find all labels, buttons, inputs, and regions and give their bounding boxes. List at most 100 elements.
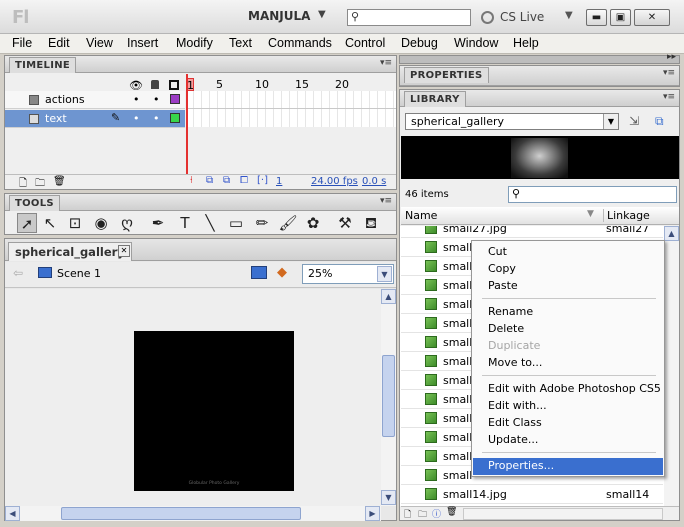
brush-tool-icon[interactable]: 🖌 [278,213,298,233]
panel-menu-icon[interactable]: ▾≡ [663,92,675,102]
chevron-down-icon[interactable]: ▼ [377,266,392,282]
bone-tool-icon[interactable]: ⚒ [335,213,355,233]
menu-file[interactable]: File [12,36,32,50]
minimize-button[interactable]: ▬ [586,9,607,26]
panel-collapse-bar[interactable]: ▸▸ [399,52,680,64]
lasso-tool-icon[interactable]: ღ [117,213,137,233]
library-search-input[interactable]: ⚲ [508,186,677,203]
pen-tool-icon[interactable]: ✒ [148,213,168,233]
close-button[interactable]: ✕ [634,9,670,26]
cs-live-button[interactable]: CS Live [500,10,544,24]
ctx-properties[interactable]: Properties... [473,458,663,475]
help-search-input[interactable]: ⚲ [347,9,471,26]
fps-readout[interactable]: 24.00 fps [311,176,358,187]
layer-row-actions[interactable]: actions • • [5,91,185,109]
scroll-up-icon[interactable]: ▲ [381,289,396,304]
layer-color-swatch[interactable] [170,113,180,123]
workspace-switcher[interactable]: MANJULA [248,9,310,23]
new-layer-icon[interactable]: 🗋 [19,176,27,193]
document-tab[interactable]: spherical_gallery [8,242,132,261]
free-transform-tool-icon[interactable]: ⊡ [65,213,85,233]
scroll-right-icon[interactable]: ▶ [365,506,380,521]
library-tab[interactable]: LIBRARY [404,91,466,107]
lock-dot[interactable]: • [153,112,160,125]
restore-button[interactable]: ▣ [610,9,631,26]
new-folder-icon[interactable]: 🗀 [35,176,45,193]
deco-tool-icon[interactable]: ✿ [303,213,323,233]
horizontal-scrollbar[interactable]: ◀ ▶ [5,506,381,521]
layer-color-swatch[interactable] [170,94,180,104]
onion-skin-icon[interactable]: ⧉ [206,175,213,186]
center-frame-icon[interactable]: ⍿ [190,175,193,186]
edit-symbols-icon[interactable]: ◆ [277,265,287,280]
new-symbol-icon[interactable]: 🗋 [404,507,411,523]
rectangle-tool-icon[interactable]: ▭ [226,213,246,233]
time-readout[interactable]: 0.0 s [362,176,386,187]
visibility-dot[interactable]: • [133,93,140,106]
scrollbar-thumb[interactable] [61,507,301,520]
menu-help[interactable]: Help [513,36,539,50]
ctx-move-to[interactable]: Move to... [473,355,663,372]
panel-menu-icon[interactable]: ▾≡ [663,68,675,78]
pencil-icon[interactable]: ✎ [111,111,120,124]
lock-dot[interactable]: • [153,93,160,106]
cs-live-icon[interactable] [481,11,494,24]
scene-name[interactable]: Scene 1 [57,267,101,280]
menu-edit[interactable]: Edit [48,36,70,50]
onion-outline-icon[interactable]: ⧉ [223,175,230,186]
menu-view[interactable]: View [86,36,113,50]
3d-rotation-tool-icon[interactable]: ◉ [91,213,111,233]
menu-window[interactable]: Window [454,36,498,50]
chevron-down-icon[interactable]: ▼ [565,10,573,21]
frames-grid[interactable] [186,91,396,127]
chevron-down-icon[interactable]: ▼ [603,114,618,129]
onion-markers-icon[interactable]: [·] [257,175,268,186]
selection-tool-icon[interactable]: ➚ [17,213,37,233]
library-vertical-scrollbar[interactable]: ▲ [664,226,679,506]
collapse-icon[interactable]: ▸▸ [667,52,676,62]
menu-insert[interactable]: Insert [127,36,158,50]
scroll-up-icon[interactable]: ▲ [664,226,679,241]
text-tool-icon[interactable]: T [175,213,195,233]
list-item[interactable]: small27.jpg small27 [401,226,663,238]
scrollbar-thumb[interactable] [382,355,395,437]
column-name[interactable]: Name [405,209,437,222]
sort-icon[interactable]: ▼ [587,209,594,219]
ctx-delete[interactable]: Delete [473,321,663,338]
chevron-down-icon[interactable]: ▼ [318,9,326,20]
new-library-panel-icon[interactable]: ⧉ [655,114,664,129]
visibility-dot[interactable]: • [133,112,140,125]
menu-debug[interactable]: Debug [401,36,438,50]
close-tab-icon[interactable]: ✕ [118,245,130,257]
column-linkage[interactable]: Linkage [603,209,650,222]
edit-scene-icon[interactable] [251,266,267,279]
timeline-tab[interactable]: TIMELINE [9,57,77,73]
menu-commands[interactable]: Commands [268,36,332,50]
tools-tab[interactable]: TOOLS [9,195,60,211]
panel-menu-icon[interactable]: ▾≡ [380,58,392,68]
ctx-copy[interactable]: Copy [473,261,663,278]
menu-modify[interactable]: Modify [176,36,213,50]
ctx-rename[interactable]: Rename [473,304,663,321]
edit-multiple-frames-icon[interactable]: ⧠ [240,175,248,186]
pin-library-icon[interactable]: ⇲ [629,114,639,128]
outline-icon[interactable] [169,80,179,90]
library-document-select[interactable]: spherical_gallery ▼ [405,113,619,130]
properties-icon[interactable]: ⓘ [432,507,441,520]
back-arrow-icon[interactable]: ⇦ [13,266,23,280]
ctx-cut[interactable]: Cut [473,244,663,261]
scroll-left-icon[interactable]: ◀ [5,506,20,521]
vertical-scrollbar[interactable]: ▲ ▼ [381,289,396,506]
trash-icon[interactable]: 🗑 [446,507,457,517]
ctx-paste[interactable]: Paste [473,278,663,295]
pencil-tool-icon[interactable]: ✏ [252,213,272,233]
current-frame-readout[interactable]: 1 [276,176,282,187]
ctx-edit-with-photoshop[interactable]: Edit with Adobe Photoshop CS5 [473,381,663,398]
menu-control[interactable]: Control [345,36,385,50]
properties-tab[interactable]: PROPERTIES [404,67,489,83]
zoom-select[interactable]: 25% ▼ [302,264,394,284]
ctx-edit-class[interactable]: Edit Class [473,415,663,432]
subselection-tool-icon[interactable]: ↖ [40,213,60,233]
paint-bucket-tool-icon[interactable]: ⛾ [361,213,381,233]
stage-canvas[interactable]: Globular Photo Gallery [134,331,294,491]
